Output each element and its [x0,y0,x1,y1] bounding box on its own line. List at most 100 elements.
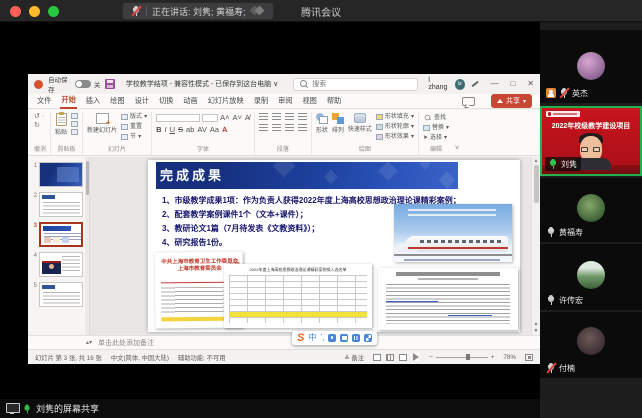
bullets-button[interactable] [259,113,268,121]
shape-outline-button[interactable]: 形状轮廓▾ [376,123,414,131]
scroll-up-icon[interactable]: ▲ [534,158,539,164]
voice-input-icon[interactable] [328,334,336,342]
justify-button[interactable] [298,124,307,132]
ppt-minimize-button[interactable]: — [490,80,498,88]
slide-thumbnail-2[interactable] [39,192,83,217]
ink-pen-icon[interactable] [470,79,479,89]
align-center-button[interactable] [272,124,281,132]
numbering-button[interactable] [272,113,281,121]
fit-slide-to-window-button[interactable] [525,354,533,361]
thumbnail-scrollbar[interactable] [85,157,89,335]
reading-view-button[interactable] [399,354,407,361]
indent-decrease-button[interactable] [285,113,294,121]
char-spacing-button[interactable]: AV [197,125,206,134]
ppt-close-button[interactable]: ✕ [527,80,534,88]
collapse-ribbon-icon[interactable]: ˅ [453,145,463,155]
redo-button[interactable]: ↻ [34,122,46,129]
strikethrough-button[interactable]: S [178,125,183,134]
scrollbar-thumb[interactable] [534,165,539,203]
sogou-logo-icon[interactable]: S [297,333,304,344]
align-left-button[interactable] [259,124,268,132]
next-slide-button[interactable]: ▼ [534,328,539,334]
participant-tile-xuchuanhong[interactable]: 许传宏 [540,244,642,310]
new-slide-button[interactable]: 新建幻灯片 [87,113,117,134]
tab-home[interactable]: 开始 [60,93,76,109]
tab-slideshow[interactable]: 幻灯片放映 [207,94,245,108]
participant-tile-huangfushou[interactable]: 黄福寿 [540,178,642,242]
tab-record[interactable]: 录制 [253,94,269,108]
previous-slide-button[interactable]: ▲ [534,321,539,327]
toolbox-icon[interactable] [364,334,372,342]
tab-draw[interactable]: 绘图 [109,94,125,108]
language-status[interactable]: 中文(简体, 中国大陆) [111,353,169,362]
increase-font-icon[interactable]: A˄ [220,113,229,122]
soft-keyboard-icon[interactable] [352,334,360,342]
italic-button[interactable]: I [165,125,167,134]
normal-view-button[interactable] [373,354,381,361]
zoom-percentage[interactable]: 78% [503,354,516,361]
format-painter-icon[interactable] [71,129,78,135]
tab-animations[interactable]: 动画 [182,94,198,108]
tab-view[interactable]: 视图 [301,94,317,108]
ppt-maximize-button[interactable]: □ [510,80,515,88]
zoom-in-button[interactable]: + [491,354,495,361]
save-icon[interactable] [105,79,114,89]
font-size-select[interactable] [202,114,218,122]
section-button[interactable]: 节▾ [121,133,147,141]
accessibility-status[interactable]: 辅助功能: 不可用 [178,353,226,362]
underline-button[interactable]: U [170,125,175,134]
comments-icon[interactable] [462,97,475,106]
tab-design[interactable]: 设计 [134,94,150,108]
font-name-select[interactable] [156,114,200,122]
participant-tile-liujun-active-speaker[interactable]: 2022年校级教学建设项目 刘隽 [540,106,642,176]
punctuation-icon[interactable]: ’, [320,333,324,343]
slide-thumbnail-5[interactable] [39,282,83,307]
shapes-button[interactable]: 形状 [316,113,328,134]
clear-format-icon[interactable]: A̸ [245,113,250,122]
participant-tile-yingjie[interactable]: 英杰 [540,30,642,103]
bold-button[interactable]: B [156,125,161,134]
paste-button[interactable]: 粘贴 [55,113,67,136]
slide-thumbnail-3-selected[interactable] [39,222,83,247]
slide-sorter-view-button[interactable] [386,354,394,361]
autosave-switch-icon[interactable] [75,80,91,88]
search-input[interactable]: 搜索 [293,78,418,91]
layout-button[interactable]: 版式▾ [121,113,147,121]
tab-file[interactable]: 文件 [36,94,52,108]
tab-help[interactable]: 帮助 [326,94,342,108]
tab-transitions[interactable]: 切换 [158,94,174,108]
undo-button[interactable]: ↺ · [34,113,46,120]
select-button[interactable]: ➤选择▾ [423,134,449,142]
slide-editing-surface[interactable]: 完成成果 1、市级教学成果1项：作为负责人获得2022年度上海高校思想政治理论课… [148,160,520,332]
shape-effects-button[interactable]: 形状效果▾ [376,133,414,141]
slide-thumbnail-4[interactable] [39,252,83,277]
align-right-button[interactable] [285,124,294,132]
notes-pane[interactable]: ▴▾ 单击此处添加备注 [28,335,540,349]
emoji-picker-icon[interactable] [340,334,348,342]
font-color-button[interactable]: A [222,125,227,134]
replace-button[interactable]: 替换▾ [423,124,449,132]
arrange-button[interactable]: 排列 [332,113,344,134]
shape-fill-button[interactable]: 形状填充▾ [376,113,414,121]
change-case-button[interactable]: Aa [210,125,219,134]
slide-thumbnail-1[interactable] [39,162,83,187]
share-button[interactable]: 共享 ▾ [491,94,532,108]
participant-tile-funan[interactable]: 付楠 [540,312,642,378]
quick-styles-button[interactable]: 快速样式 [348,113,372,133]
notes-splitter-icon[interactable]: ▴▾ [86,339,92,346]
notes-toggle-button[interactable]: ≜ 备注 [344,353,364,362]
account-name[interactable]: l zhang [428,77,449,91]
find-button[interactable]: 查找 [423,113,449,122]
tab-review[interactable]: 审阅 [277,94,293,108]
slideshow-view-button[interactable] [413,353,419,361]
tab-insert[interactable]: 插入 [85,94,101,108]
zoom-out-button[interactable]: − [429,354,433,361]
autosave-toggle[interactable]: 自动保存 关 [48,74,100,94]
chinese-mode-icon[interactable]: 中 [308,333,316,343]
indent-increase-button[interactable] [298,113,307,121]
document-title[interactable]: 学校教学结项 - 兼容性模式 - 已保存到这台电脑 ∨ [126,79,279,89]
decrease-font-icon[interactable]: A˅ [232,113,241,122]
account-avatar[interactable]: lz [455,79,465,90]
zoom-slider[interactable] [436,357,488,358]
text-shadow-button[interactable]: ab [186,125,194,134]
